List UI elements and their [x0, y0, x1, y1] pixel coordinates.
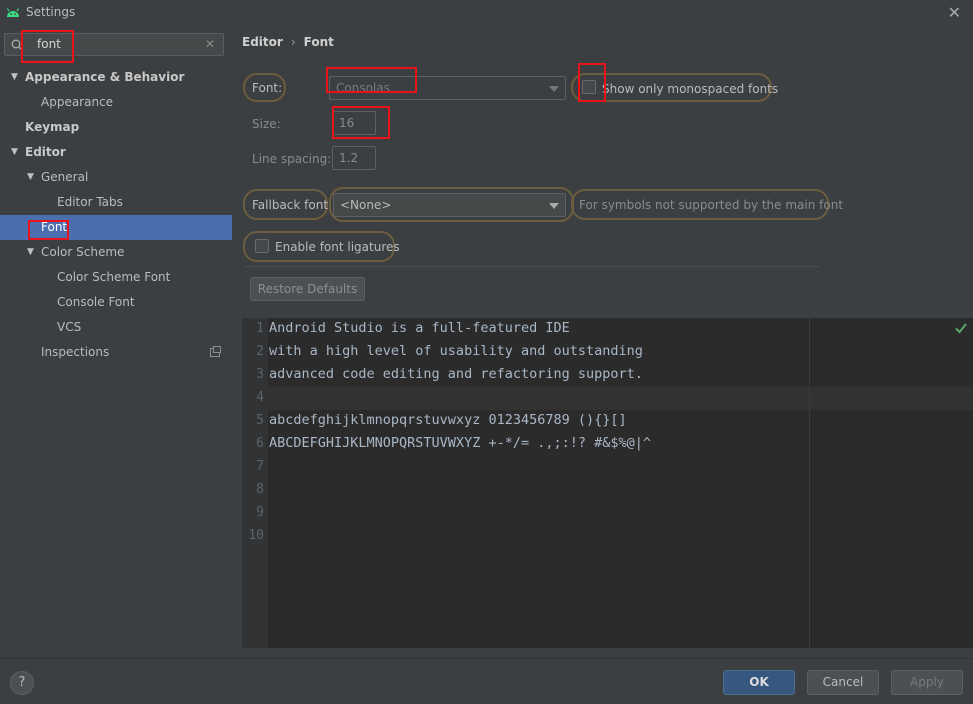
- fallback-font-label: Fallback font:: [252, 198, 333, 212]
- breadcrumb-parent[interactable]: Editor: [242, 35, 283, 49]
- fallback-font-value: <None>: [340, 198, 392, 212]
- ligatures-label[interactable]: Enable font ligatures: [275, 240, 400, 254]
- tree-item-label: Appearance & Behavior: [25, 70, 185, 84]
- expanded-arrow-icon[interactable]: ▼: [27, 165, 34, 190]
- dropdown-arrow-icon: [549, 203, 559, 209]
- dropdown-arrow-icon: [549, 86, 559, 92]
- line-number: 7: [256, 459, 264, 474]
- caret-row-highlight: [268, 387, 973, 410]
- divider: [244, 266, 820, 267]
- search-value: font: [37, 37, 61, 51]
- android-icon: [6, 8, 20, 17]
- tree-item-label: Appearance: [41, 95, 114, 109]
- line-number: 6: [256, 436, 264, 451]
- settings-search-input[interactable]: font ✕: [4, 33, 224, 56]
- line-number: 1: [256, 321, 264, 336]
- line-number: 9: [256, 505, 264, 520]
- clear-search-icon[interactable]: ✕: [205, 37, 215, 51]
- monospaced-label[interactable]: Show only monospaced fonts: [602, 82, 778, 96]
- preview-code-line: Android Studio is a full-featured IDE: [269, 320, 570, 336]
- window-title: Settings: [26, 5, 76, 19]
- tree-item-label: Editor Tabs: [57, 195, 123, 209]
- ok-button[interactable]: OK: [723, 670, 795, 695]
- tree-item-keymap[interactable]: Keymap: [0, 115, 232, 140]
- line-spacing-label: Line spacing:: [252, 152, 332, 166]
- line-number: 4: [256, 390, 264, 405]
- tree-item-label: Keymap: [25, 120, 80, 134]
- tree-item-label: Font: [41, 220, 68, 234]
- fallback-font-dropdown[interactable]: <None>: [333, 193, 566, 217]
- preview-code-line: with a high level of usability and outst…: [269, 343, 643, 359]
- restore-defaults-button[interactable]: Restore Defaults: [250, 277, 365, 301]
- tree-item-general[interactable]: ▼ General: [0, 165, 232, 190]
- tree-item-label: Console Font: [57, 295, 135, 309]
- settings-sidebar: font ✕ ▼ Appearance & Behavior Appearanc…: [0, 26, 232, 658]
- tree-item-vcs[interactable]: VCS: [0, 315, 232, 340]
- right-margin-guide: [809, 318, 810, 648]
- preview-code-line: abcdefghijklmnopqrstuvwxyz 0123456789 ()…: [269, 412, 627, 428]
- line-number: 5: [256, 413, 264, 428]
- tree-item-label: General: [41, 170, 89, 184]
- ligatures-checkbox[interactable]: [255, 239, 269, 253]
- tree-item-color-scheme[interactable]: ▼ Color Scheme: [0, 240, 232, 265]
- cancel-button[interactable]: Cancel: [807, 670, 879, 695]
- tree-item-font[interactable]: Font: [0, 215, 232, 240]
- expanded-arrow-icon[interactable]: ▼: [11, 140, 18, 165]
- tree-item-console-font[interactable]: Console Font: [0, 290, 232, 315]
- font-dropdown-value: Consolas: [336, 81, 390, 95]
- search-icon: [11, 39, 23, 51]
- line-number: 2: [256, 344, 264, 359]
- tree-item-label: Editor: [25, 145, 66, 159]
- font-settings-panel: Editor › Font Font: Consolas Show only mon…: [232, 26, 973, 658]
- breadcrumb: Editor › Font: [242, 35, 334, 49]
- expanded-arrow-icon[interactable]: ▼: [27, 240, 34, 265]
- expanded-arrow-icon[interactable]: ▼: [11, 65, 18, 90]
- size-value: 16: [339, 116, 355, 130]
- tree-item-label: Inspections: [41, 345, 110, 359]
- size-label: Size:: [252, 117, 281, 131]
- line-number: 10: [248, 528, 264, 543]
- close-icon[interactable]: ✕: [948, 3, 961, 22]
- tree-item-appearance[interactable]: Appearance: [0, 90, 232, 115]
- help-button[interactable]: ?: [10, 671, 34, 695]
- tree-item-label: VCS: [57, 320, 82, 334]
- project-settings-icon: [210, 346, 221, 357]
- monospaced-checkbox[interactable]: [582, 80, 596, 94]
- title-bar: Settings ✕: [0, 0, 973, 26]
- tree-item-editor[interactable]: ▼ Editor: [0, 140, 232, 165]
- font-dropdown[interactable]: Consolas: [329, 76, 566, 100]
- preview-code-line: advanced code editing and refactoring su…: [269, 366, 643, 382]
- breadcrumb-current: Font: [303, 35, 334, 49]
- tree-item-editor-tabs[interactable]: Editor Tabs: [0, 190, 232, 215]
- breadcrumb-separator: ›: [290, 35, 296, 49]
- tree-item-appearance-behavior[interactable]: ▼ Appearance & Behavior: [0, 65, 232, 90]
- line-spacing-value: 1.2: [339, 151, 359, 165]
- tree-item-color-scheme-font[interactable]: Color Scheme Font: [0, 265, 232, 290]
- line-spacing-field[interactable]: 1.2: [332, 146, 376, 170]
- size-field[interactable]: 16: [332, 111, 376, 135]
- tree-item-inspections[interactable]: Inspections: [0, 340, 232, 365]
- font-label: Font:: [252, 81, 283, 95]
- inspection-ok-icon: [955, 323, 967, 334]
- line-number: 8: [256, 482, 264, 497]
- fallback-font-hint: For symbols not supported by the main fo…: [579, 198, 844, 212]
- apply-button[interactable]: Apply: [891, 670, 963, 695]
- font-preview-editor[interactable]: 1 2 3 4 5 6 7 8 9 10 Android Studio is a…: [242, 318, 973, 648]
- tree-item-label: Color Scheme: [41, 245, 125, 259]
- line-number: 3: [256, 367, 264, 382]
- tree-item-label: Color Scheme Font: [57, 270, 171, 284]
- preview-code-line: ABCDEFGHIJKLMNOPQRSTUVWXYZ +-*/= .,;:!? …: [269, 435, 652, 451]
- dialog-footer: ? OK Cancel Apply: [0, 658, 973, 704]
